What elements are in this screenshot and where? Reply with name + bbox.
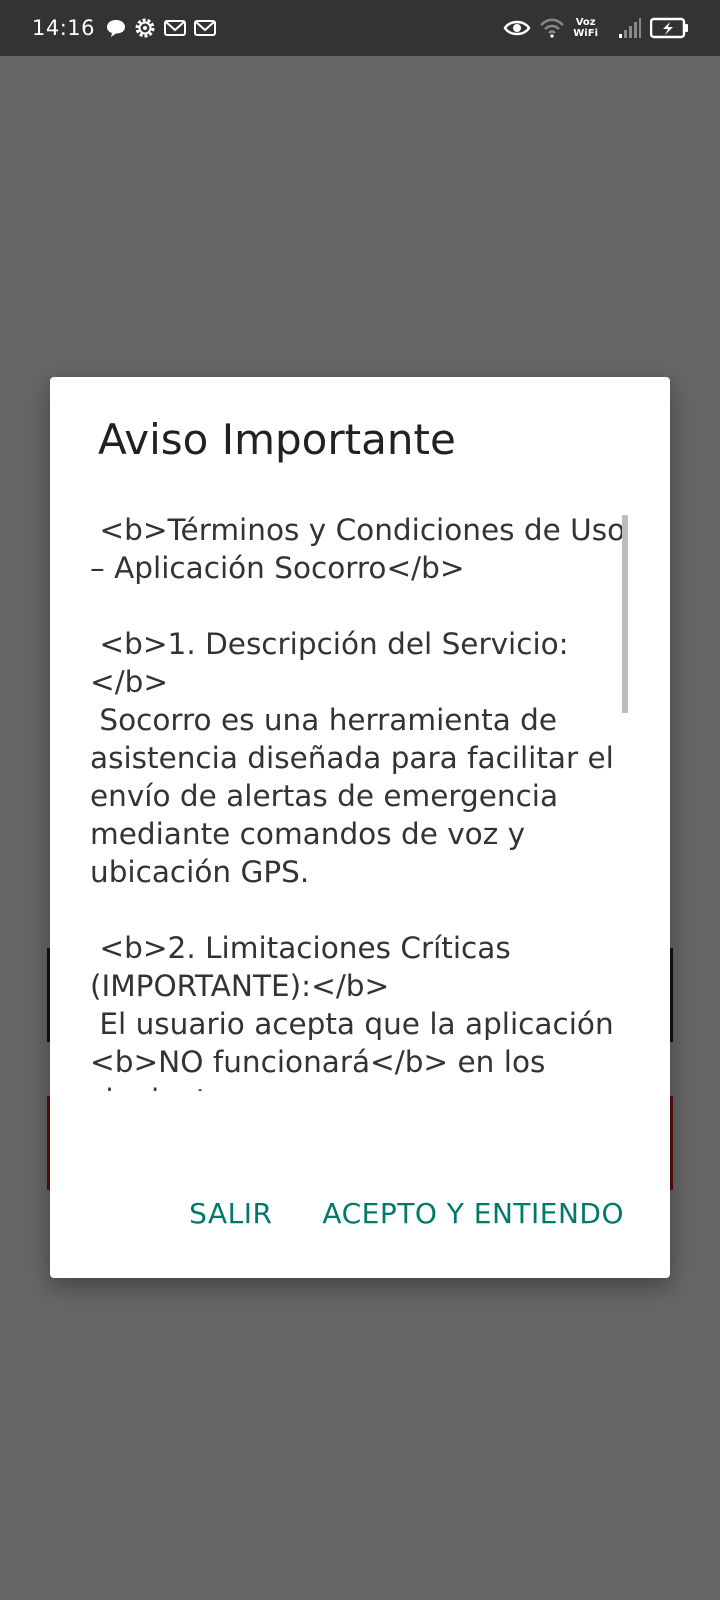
voz-wifi-indicator: Voz WiFi xyxy=(573,17,598,39)
accept-button[interactable]: ACEPTO Y ENTIENDO xyxy=(322,1197,624,1230)
dialog-title: Aviso Importante xyxy=(98,415,456,464)
exit-button[interactable]: SALIR xyxy=(189,1197,272,1230)
status-bar: 14:16 Voz WiFi xyxy=(0,0,720,56)
scrollbar-thumb[interactable] xyxy=(622,515,628,713)
wifi-icon xyxy=(539,17,565,39)
battery-icon xyxy=(650,17,690,39)
terms-dialog: Aviso Importante <b>Términos y Condicion… xyxy=(50,377,670,1278)
gear-icon xyxy=(133,16,157,40)
eye-icon xyxy=(503,18,531,38)
voz-label: Voz xyxy=(575,17,596,28)
chat-bubble-icon xyxy=(105,17,127,39)
dialog-scroll-area[interactable]: <b>Términos y Condiciones de Uso – Aplic… xyxy=(90,511,635,1091)
signal-icon xyxy=(618,17,642,39)
status-bar-left: 14:16 xyxy=(32,0,217,56)
gmail-icon xyxy=(163,18,187,38)
wifi-label: WiFi xyxy=(573,28,598,39)
dialog-actions: SALIR ACEPTO Y ENTIENDO xyxy=(189,1197,624,1230)
status-bar-right: Voz WiFi xyxy=(503,0,690,56)
terms-text: <b>Términos y Condiciones de Uso – Aplic… xyxy=(90,513,626,1091)
clock: 14:16 xyxy=(32,16,96,40)
gmail-icon xyxy=(193,18,217,38)
